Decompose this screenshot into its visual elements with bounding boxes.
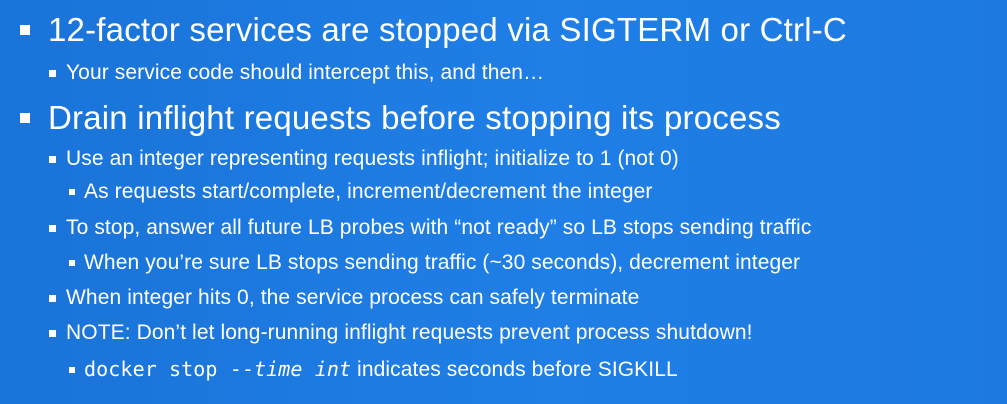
bullet-text: docker stop --time int indicates seconds… xyxy=(84,357,678,382)
bullet-text: NOTE: Don’t let long-running inflight re… xyxy=(66,321,753,344)
bullet-l1-drain: Drain inflight requests before stopping … xyxy=(20,99,781,137)
bullet-l2-terminate: When integer hits 0, the service process… xyxy=(49,286,639,310)
bullet-text: Use an integer representing requests inf… xyxy=(66,147,679,170)
bullet-square-icon xyxy=(49,155,56,163)
bullet-text: Your service code should intercept this,… xyxy=(66,61,545,84)
bullet-l2-intercept: Your service code should intercept this,… xyxy=(49,61,544,85)
bullet-l3-increment: As requests start/complete, increment/de… xyxy=(69,180,653,204)
bullet-l2-lb-probes: To stop, answer all future LB probes wit… xyxy=(49,216,811,240)
bullet-square-icon xyxy=(69,189,75,195)
bullet-square-icon xyxy=(69,260,75,266)
bullet-l3-decrement: When you’re sure LB stops sending traffi… xyxy=(69,251,800,275)
bullet-square-icon xyxy=(69,366,75,373)
bullet-l2-integer: Use an integer representing requests inf… xyxy=(49,147,679,171)
bullet-text: 12-factor services are stopped via SIGTE… xyxy=(48,11,847,48)
bullet-square-icon xyxy=(20,25,30,35)
bullet-l3-docker-stop: docker stop --time int indicates seconds… xyxy=(69,357,678,382)
code-command: docker stop -- xyxy=(84,357,254,381)
bullet-l2-note: NOTE: Don’t let long-running inflight re… xyxy=(49,321,753,345)
bullet-square-icon xyxy=(49,224,56,232)
bullet-l1-sigterm: 12-factor services are stopped via SIGTE… xyxy=(20,11,847,49)
bullet-text: Drain inflight requests before stopping … xyxy=(48,99,781,136)
bullet-square-icon xyxy=(20,113,30,123)
bullet-text: To stop, answer all future LB probes wit… xyxy=(66,216,812,239)
bullet-text: As requests start/complete, increment/de… xyxy=(84,180,653,203)
code-description: indicates seconds before SIGKILL xyxy=(351,358,678,381)
bullet-text: When integer hits 0, the service process… xyxy=(66,286,640,309)
bullet-text: When you’re sure LB stops sending traffi… xyxy=(84,251,801,274)
code-argument: time int xyxy=(253,357,352,381)
bullet-square-icon xyxy=(49,329,56,337)
bullet-square-icon xyxy=(49,294,56,302)
bullet-square-icon xyxy=(49,69,56,77)
slide: 12-factor services are stopped via SIGTE… xyxy=(0,0,1007,404)
